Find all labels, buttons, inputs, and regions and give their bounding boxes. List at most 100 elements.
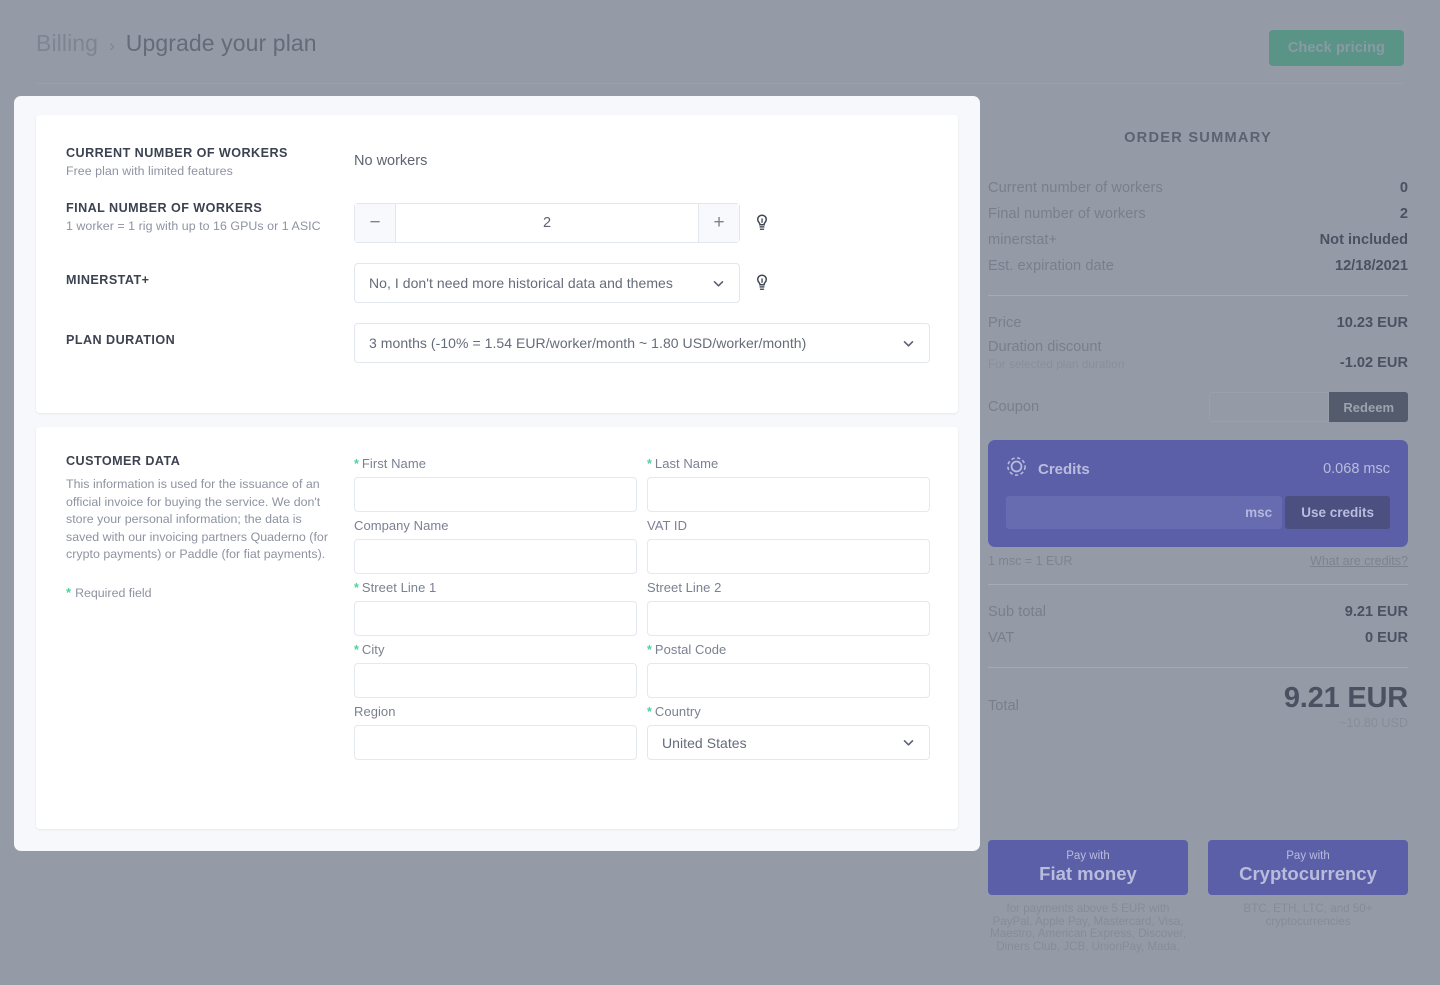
summary-row-key: minerstat+ <box>988 232 1058 248</box>
crypto-payment-option: Pay with Cryptocurrency BTC, ETH, LTC, a… <box>1208 840 1408 953</box>
duration-discount-sublabel: For selected plan duration <box>988 357 1125 371</box>
summary-row-minerstat-plus: minerstat+ Not included <box>988 227 1408 253</box>
workers-count-input[interactable] <box>396 204 698 242</box>
price-value: 10.23 EUR <box>1336 315 1408 331</box>
current-workers-subtitle: Free plan with limited features <box>66 164 233 178</box>
summary-row-subtotal: Sub total 9.21 EUR <box>988 599 1408 625</box>
field-postal-code: * Postal Code <box>647 636 930 698</box>
fiat-payment-option: Pay with Fiat money for payments above 5… <box>988 840 1188 953</box>
pay-with-fiat-button[interactable]: Pay with Fiat money <box>988 840 1188 895</box>
customer-data-info: CUSTOMER DATA This information is used f… <box>66 454 331 564</box>
field-vat-id: VAT ID <box>647 512 930 574</box>
field-country: * Country United States <box>647 698 930 760</box>
credits-unit-label: msc <box>1245 505 1273 520</box>
field-last-name: * Last Name <box>647 450 930 512</box>
field-label: * Last Name <box>647 456 719 471</box>
coupon-label: Coupon <box>988 399 1040 415</box>
required-field-text: Required field <box>75 586 152 600</box>
subtotal-value: 9.21 EUR <box>1344 604 1408 620</box>
chevron-down-icon <box>712 277 725 290</box>
credits-balance: 0.068 msc <box>1323 461 1390 477</box>
plan-duration-selected-value: 3 months (-10% = 1.54 EUR/worker/month ~… <box>369 335 807 351</box>
summary-divider <box>988 295 1408 296</box>
customer-data-description: This information is used for the issuanc… <box>66 477 328 561</box>
credits-rate-note: 1 msc = 1 EUR <box>988 554 1073 568</box>
current-workers-label-group: CURRENT NUMBER OF WORKERS Free plan with… <box>66 146 288 178</box>
pay-with-crypto-button[interactable]: Pay with Cryptocurrency <box>1208 840 1408 895</box>
decrement-workers-button[interactable]: − <box>355 204 396 242</box>
customer-data-card: CUSTOMER DATA This information is used f… <box>36 427 958 829</box>
field-region: Region <box>354 698 637 760</box>
coupon-input[interactable] <box>1209 392 1330 422</box>
summary-row-vat: VAT 0 EUR <box>988 625 1408 651</box>
country-selected-value: United States <box>662 734 747 751</box>
redeem-button[interactable]: Redeem <box>1329 392 1408 422</box>
order-summary-title: ORDER SUMMARY <box>1124 130 1272 146</box>
country-select[interactable]: United States <box>647 725 930 760</box>
field-label: * First Name <box>354 456 426 471</box>
credits-header: Credits 0.068 msc <box>1006 456 1390 482</box>
credits-amount-field[interactable]: msc <box>1006 496 1283 529</box>
fiat-payment-note: for payments above 5 EUR with PayPal, Ap… <box>990 902 1186 953</box>
city-input[interactable] <box>354 663 637 698</box>
required-asterisk-icon: * <box>354 456 359 471</box>
summary-row-key: Final number of workers <box>988 206 1146 222</box>
plan-duration-select[interactable]: 3 months (-10% = 1.54 EUR/worker/month ~… <box>354 323 930 363</box>
what-are-credits-link[interactable]: What are credits? <box>1310 554 1408 568</box>
final-workers-label-group: FINAL NUMBER OF WORKERS 1 worker = 1 rig… <box>66 201 321 233</box>
credits-footer: 1 msc = 1 EUR What are credits? <box>988 554 1408 568</box>
lightbulb-icon[interactable] <box>754 274 770 291</box>
summary-row-key: Current number of workers <box>988 180 1163 196</box>
coupon-row: Coupon Redeem <box>988 392 1408 422</box>
summary-row-price: Price 10.23 EUR <box>988 310 1408 336</box>
price-label: Price <box>988 315 1022 331</box>
workers-quantity-stepper: − + <box>354 203 740 243</box>
vat-id-input[interactable] <box>647 539 930 574</box>
chevron-down-icon <box>902 736 915 749</box>
field-company-name: Company Name <box>354 512 637 574</box>
payment-options: Pay with Fiat money for payments above 5… <box>988 840 1408 953</box>
use-credits-button[interactable]: Use credits <box>1285 496 1390 529</box>
summary-row-duration-discount: Duration discount For selected plan dura… <box>988 336 1408 374</box>
coin-icon <box>1006 456 1027 482</box>
summary-row-value: 2 <box>1399 206 1408 222</box>
total-value: 9.21 EUR <box>1283 682 1408 714</box>
breadcrumb: Billing › Upgrade your plan <box>36 30 317 57</box>
breadcrumb-link-billing[interactable]: Billing <box>36 30 98 57</box>
last-name-input[interactable] <box>647 477 930 512</box>
minerstat-plus-title: MINERSTAT+ <box>66 273 150 287</box>
lightbulb-icon[interactable] <box>754 214 770 231</box>
street-line-1-input[interactable] <box>354 601 637 636</box>
credits-input-row: msc Use credits <box>1006 496 1390 529</box>
required-asterisk-icon: * <box>354 580 359 595</box>
page-title: Upgrade your plan <box>125 30 317 56</box>
required-asterisk-icon: * <box>647 456 652 471</box>
summary-row-current-workers: Current number of workers 0 <box>988 175 1408 201</box>
field-label: * Postal Code <box>647 642 727 657</box>
total-label: Total <box>988 698 1019 714</box>
field-label: * Country <box>647 704 701 719</box>
field-label: Company Name <box>354 518 449 533</box>
region-input[interactable] <box>354 725 637 760</box>
street-line-2-input[interactable] <box>647 601 930 636</box>
company-name-input[interactable] <box>354 539 637 574</box>
total-divider <box>988 667 1408 668</box>
minerstat-plus-select[interactable]: No, I don't need more historical data an… <box>354 263 740 303</box>
pay-with-label: Pay with <box>1286 850 1330 862</box>
increment-workers-button[interactable]: + <box>698 204 739 242</box>
summary-row-value: 0 <box>1399 180 1408 196</box>
summary-row-expiration-date: Est. expiration date 12/18/2021 <box>988 253 1408 279</box>
postal-code-input[interactable] <box>647 663 930 698</box>
summary-row-final-workers: Final number of workers 2 <box>988 201 1408 227</box>
final-workers-subtitle: 1 worker = 1 rig with up to 16 GPUs or 1… <box>66 219 321 233</box>
fiat-money-label: Fiat money <box>1039 863 1137 884</box>
total-value-usd: ~10.80 USD <box>1339 716 1408 730</box>
order-summary-panel: ORDER SUMMARY Current number of workers … <box>988 130 1408 730</box>
summary-row-total: Total 9.21 EUR ~10.80 USD <box>988 682 1408 730</box>
required-asterisk-icon: * <box>66 585 72 600</box>
check-pricing-button[interactable]: Check pricing <box>1268 30 1404 66</box>
crypto-payment-note: BTC, ETH, LTC, and 50+ cryptocurrencies <box>1243 902 1373 928</box>
first-name-input[interactable] <box>354 477 637 512</box>
header-divider <box>36 83 1404 84</box>
vat-value: 0 EUR <box>1365 630 1408 646</box>
